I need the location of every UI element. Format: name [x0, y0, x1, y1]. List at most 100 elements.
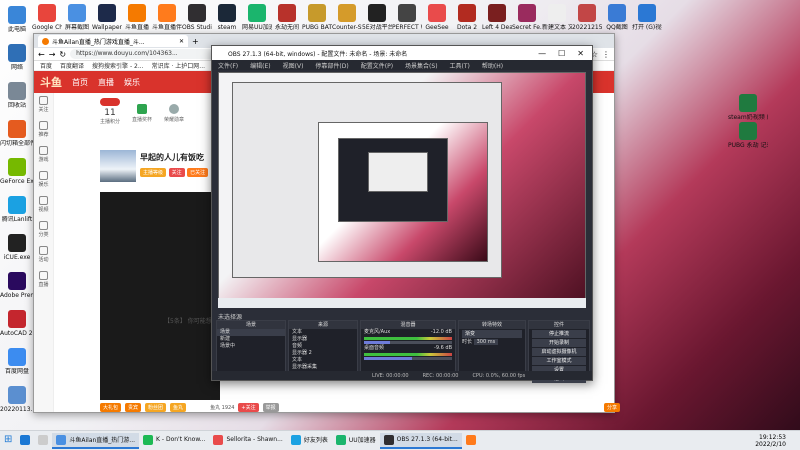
reload-icon[interactable]: ↻	[59, 50, 66, 59]
desktop-icon[interactable]: 此电脑	[0, 6, 34, 33]
desktop-icon[interactable]: 5E对战平台	[362, 4, 392, 31]
gift-pack[interactable]: 大礼包	[100, 402, 122, 412]
desktop-icon[interactable]: Dota 2	[452, 4, 482, 31]
obs-menu-item[interactable]: 文件(F)	[218, 61, 238, 70]
room-tag-level[interactable]: 主播等级	[140, 168, 167, 177]
left-nav-item[interactable]: 直播	[34, 268, 53, 293]
scene-item[interactable]: 场景	[217, 329, 285, 336]
nav-home[interactable]: 首页	[72, 77, 88, 88]
left-nav-item[interactable]: 分类	[34, 218, 53, 243]
gift-vip[interactable]: 贵宾	[125, 402, 142, 412]
forward-icon[interactable]: →	[49, 50, 56, 59]
stat-trophy[interactable]: 直播奖杯	[132, 98, 152, 138]
desktop-icon[interactable]: Adobe Premie...	[0, 272, 34, 299]
desktop-icon[interactable]: 网易UU加速器	[242, 4, 272, 31]
desktop-icon[interactable]: PUBG BATTLE...	[302, 4, 332, 31]
room-tag-follow[interactable]: 关注	[168, 168, 185, 177]
obs-control-button[interactable]: 开始录制	[532, 339, 586, 347]
minimize-icon[interactable]: —	[538, 49, 546, 58]
report-button[interactable]: 举报	[262, 402, 279, 412]
system-clock[interactable]: 19:12:53 2022/2/10	[755, 434, 800, 448]
taskbar-app[interactable]	[16, 433, 34, 449]
desktop-icon[interactable]: steam	[212, 4, 242, 31]
desktop-icon[interactable]: Left 4 Dead 2	[482, 4, 512, 31]
bookmark-item[interactable]: 百度翻译	[60, 61, 84, 70]
stat-points[interactable]: 11 主播积分	[100, 98, 120, 138]
desktop-icon[interactable]: OBS Studio	[182, 4, 212, 31]
source-item[interactable]: 文本	[289, 329, 357, 336]
desktop-volume-slider[interactable]	[364, 357, 452, 360]
streamer-avatar[interactable]	[100, 150, 136, 182]
desktop-icon[interactable]: 斗鱼直播	[122, 4, 152, 31]
desktop-icon[interactable]: Wallpaper Engine	[92, 4, 122, 31]
desktop-icon[interactable]: 回收站	[0, 82, 34, 109]
douyu-logo[interactable]: 斗鱼	[40, 74, 62, 90]
obs-menu-item[interactable]: 编辑(E)	[250, 61, 270, 70]
taskbar-app[interactable]: OBS 27.1.3 (64-bit...	[379, 432, 462, 449]
taskbar-app[interactable]: K - Don't Know...	[139, 433, 209, 449]
desktop-icon[interactable]: 百度网盘	[0, 348, 34, 375]
desktop-icon[interactable]: steam奶视频 成绩加速器	[728, 94, 768, 121]
taskbar-app[interactable]: UU加速器	[332, 433, 380, 449]
obs-menu-item[interactable]: 停靠部件(D)	[315, 61, 348, 70]
obs-control-button[interactable]: 工作室模式	[532, 357, 586, 365]
new-tab-icon[interactable]: +	[192, 37, 199, 46]
left-nav-item[interactable]: 关注	[34, 93, 53, 118]
close-tab-icon[interactable]: ✕	[179, 38, 184, 45]
back-icon[interactable]: ←	[38, 50, 45, 59]
stat-medal[interactable]: 荣耀勋章	[164, 98, 184, 138]
left-nav-item[interactable]: 视频	[34, 193, 53, 218]
duration-input[interactable]: 300 ms	[473, 339, 499, 345]
taskbar-app[interactable]	[34, 433, 52, 449]
desktop-icon[interactable]: 新建文本 文档	[542, 4, 572, 31]
desktop-icon[interactable]: 腾讯Lanlift	[0, 196, 34, 223]
desktop-icon[interactable]: QQ截图	[602, 4, 632, 31]
desktop-icon[interactable]: 打开 (G)视频 的课程站	[632, 4, 662, 31]
desktop-icon[interactable]: 永劫无间	[272, 4, 302, 31]
obs-menu-item[interactable]: 配置文件(P)	[361, 61, 393, 70]
left-nav-item[interactable]: 游戏	[34, 143, 53, 168]
taskbar-app[interactable]	[462, 433, 480, 449]
desktop-icon[interactable]: GeeSee	[422, 4, 452, 31]
desktop-icon[interactable]: PUBG 永劫 记录时CDK...	[728, 122, 768, 149]
obs-menu-item[interactable]: 工具(T)	[450, 61, 470, 70]
left-nav-item[interactable]: 活动	[34, 243, 53, 268]
obs-menu-item[interactable]: 场景集合(S)	[405, 61, 438, 70]
source-item[interactable]: 显示器采集	[289, 364, 357, 371]
source-item[interactable]: 显示器 2	[289, 350, 357, 357]
taskbar-app[interactable]: 好友列表	[287, 433, 332, 449]
desktop-icon[interactable]: Secret Fe...	[512, 4, 542, 31]
left-nav-item[interactable]: 娱乐	[34, 168, 53, 193]
obs-control-button[interactable]: 停止推流	[532, 330, 586, 338]
desktop-icon[interactable]: 闪切箱全部件	[0, 120, 34, 147]
mic-volume-slider[interactable]	[364, 341, 452, 344]
transition-type-select[interactable]: 渐变	[462, 330, 522, 338]
obs-preview[interactable]	[218, 72, 586, 308]
start-button[interactable]: ⊞	[0, 433, 16, 449]
menu-icon[interactable]: ⋮	[602, 50, 610, 59]
follow-button[interactable]: +关注	[238, 402, 259, 412]
source-item[interactable]: 音频	[289, 343, 357, 350]
desktop-icon[interactable]: AutoCAD 2021	[0, 310, 34, 337]
obs-menu-item[interactable]: 帮助(H)	[482, 61, 503, 70]
taskbar-app[interactable]: 斗鱼Ailan直播_热门游...	[52, 432, 140, 449]
close-icon[interactable]: ✕	[577, 49, 584, 58]
desktop-icon[interactable]: GeForce Experience	[0, 158, 34, 185]
scene-item[interactable]: 场景中	[217, 343, 285, 350]
source-item[interactable]: 文本	[289, 357, 357, 364]
desktop-icon[interactable]: iCUE.exe	[0, 234, 34, 261]
desktop-icon[interactable]: 网络	[0, 44, 34, 71]
browser-tab[interactable]: 斗鱼Ailan直播_热门游戏直播_斗... ✕	[38, 35, 188, 47]
gift-fishball[interactable]: 鱼丸	[170, 402, 187, 412]
desktop-icon[interactable]: 20221215...	[572, 4, 602, 31]
stream-player[interactable]	[100, 192, 220, 400]
desktop-icon[interactable]: 20220113...	[0, 386, 34, 413]
nav-live[interactable]: 直播	[98, 77, 114, 88]
obs-menu-item[interactable]: 视图(V)	[283, 61, 304, 70]
left-nav-item[interactable]: 推荐	[34, 118, 53, 143]
room-tag-followed[interactable]: 已关注	[187, 168, 209, 177]
bookmark-item[interactable]: 搜狗搜索引擎 - 2...	[92, 61, 144, 70]
gift-fans[interactable]: 粉丝团	[145, 402, 167, 412]
scene-item[interactable]: 新建	[217, 336, 285, 343]
desktop-icon[interactable]: Google Chrome	[32, 4, 62, 31]
